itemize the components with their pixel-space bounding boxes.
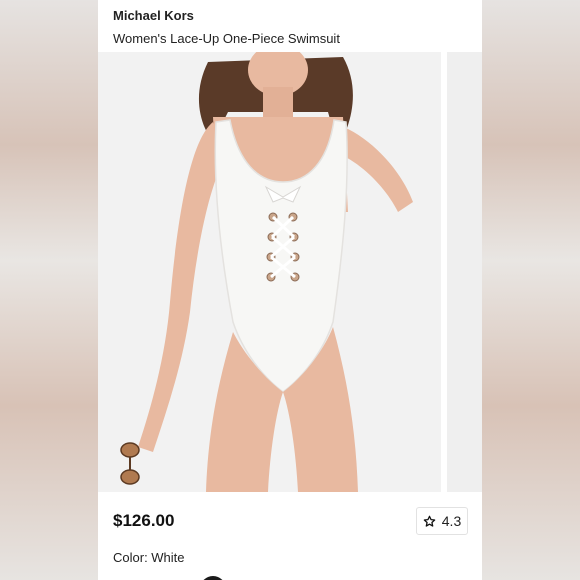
blurred-backdrop-left [0,0,98,580]
product-card: Michael Kors Women's Lace-Up One-Piece S… [98,0,482,580]
next-photo-preview[interactable] [447,52,482,492]
product-title: Women's Lace-Up One-Piece Swimsuit [113,31,340,46]
rating-badge[interactable]: 4.3 [416,507,468,535]
blurred-backdrop-right [482,0,580,580]
brand-name[interactable]: Michael Kors [113,8,194,23]
star-outline-icon [423,515,436,528]
rating-value: 4.3 [441,513,462,529]
product-photo[interactable] [98,52,441,492]
image-gallery[interactable] [98,52,482,492]
color-label: Color: White [113,550,185,565]
bottom-fab-partial[interactable] [200,576,226,580]
product-price: $126.00 [113,511,175,530]
swimsuit-model-illustration [98,52,441,492]
